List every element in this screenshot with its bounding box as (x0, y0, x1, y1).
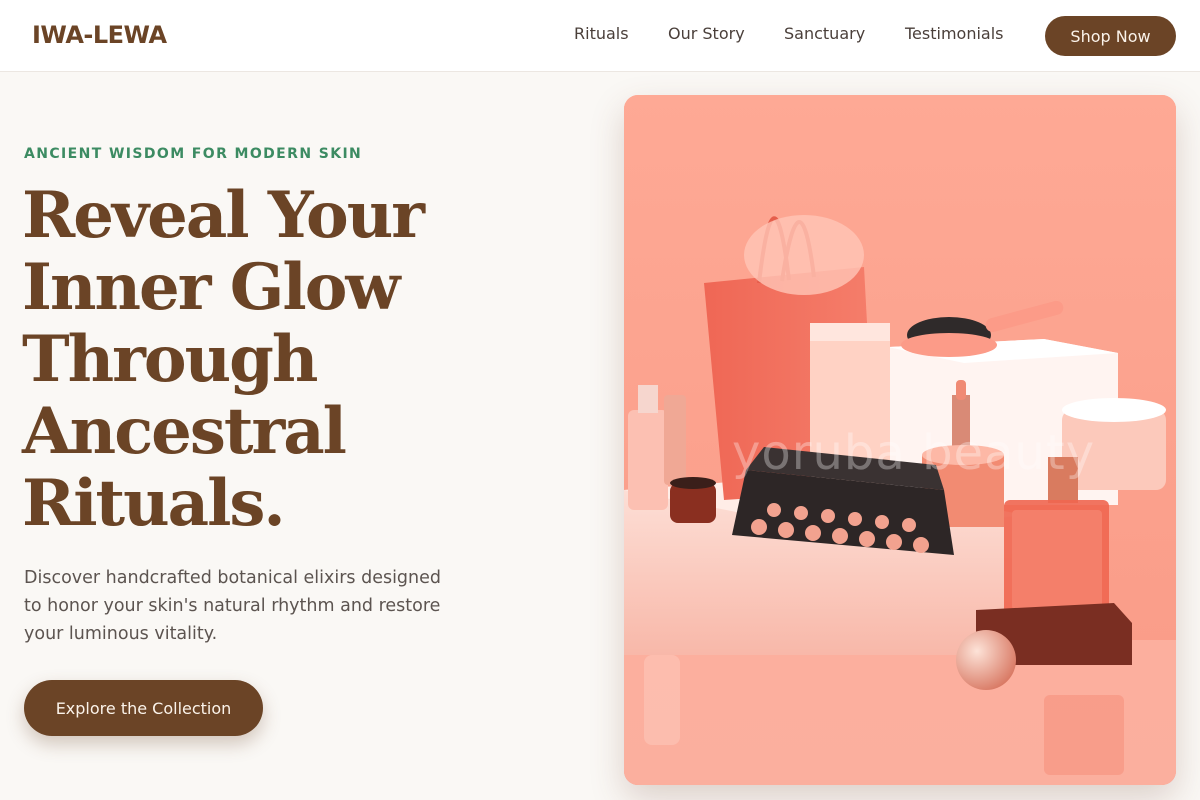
nav-link-testimonials[interactable]: Testimonials (905, 24, 1004, 43)
headline-line: Reveal Your (22, 178, 425, 253)
headline-line: Through (22, 322, 318, 397)
top-navigation-bar: IWA-LEWA Rituals Our Story Sanctuary Tes… (0, 0, 1200, 72)
explore-collection-button[interactable]: Explore the Collection (24, 680, 263, 736)
hero-product-image: yoruba beauty (624, 95, 1176, 785)
hero-description: Discover handcrafted botanical elixirs d… (24, 568, 442, 644)
hero-eyebrow: ANCIENT WISDOM FOR MODERN SKIN (24, 146, 363, 162)
headline-line: Ancestral (22, 394, 347, 469)
nav-link-sanctuary[interactable]: Sanctuary (784, 24, 865, 43)
image-watermark: yoruba beauty (732, 425, 1096, 481)
hero-headline: Reveal Your Inner Glow Through Ancestral… (22, 180, 502, 540)
headline-line: Inner Glow (22, 250, 400, 325)
brand-logo[interactable]: IWA-LEWA (32, 21, 167, 49)
headline-line: Rituals. (22, 466, 286, 541)
nav-link-our-story[interactable]: Our Story (668, 24, 745, 43)
shop-now-button[interactable]: Shop Now (1045, 16, 1176, 56)
nav-link-rituals[interactable]: Rituals (574, 24, 629, 43)
